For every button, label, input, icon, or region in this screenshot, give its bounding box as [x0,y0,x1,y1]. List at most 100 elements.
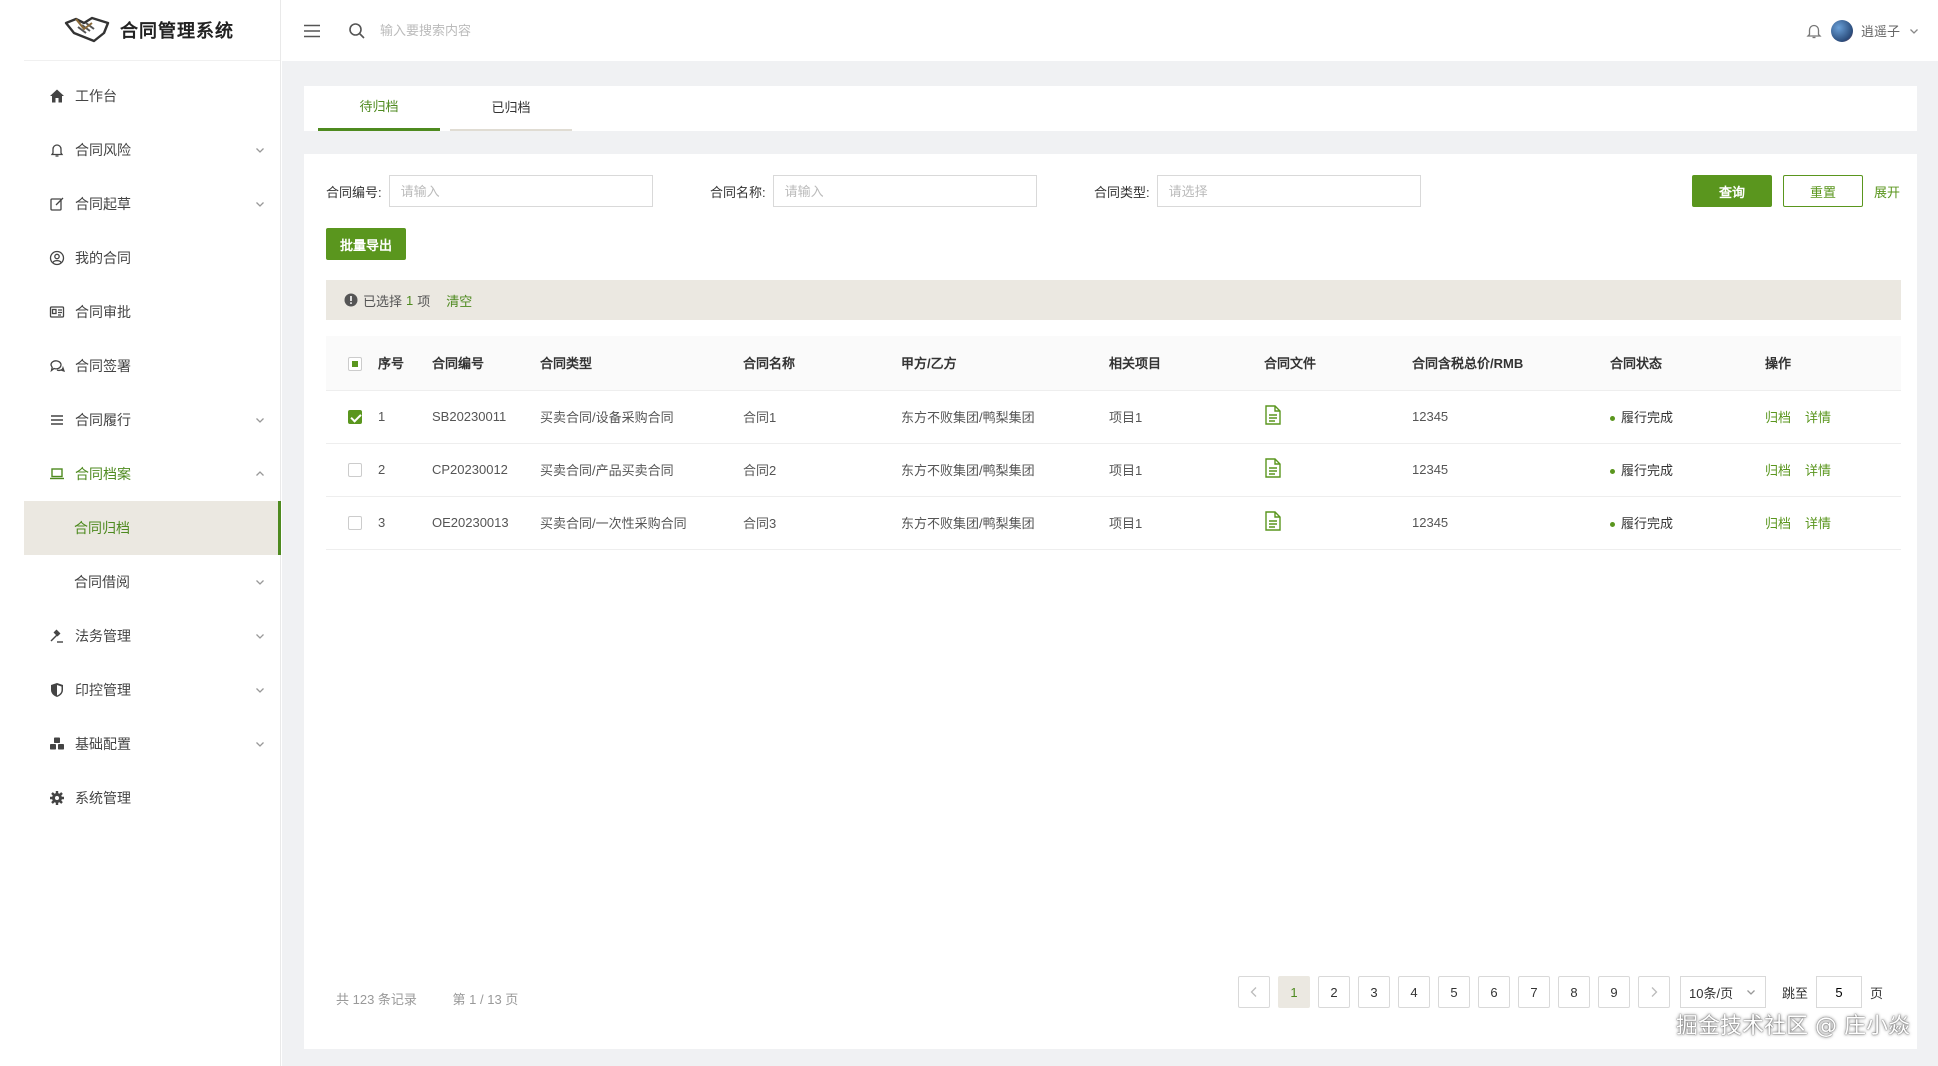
detail-link[interactable]: 详情 [1805,516,1831,531]
chevron-down-icon [256,418,264,423]
app-root: 合同管理系统 工作台 合同风险 合同起草 我的合同 合同审批 合同签署 合同履行… [24,0,1938,1066]
sidebar-item-label: 法务管理 [75,628,131,644]
selection-prefix: 已选择 [363,293,403,309]
page-button[interactable]: 2 [1318,976,1350,1008]
watermark: 掘金技术社区 @ 庄小焱 [1676,1014,1910,1039]
bell-icon [48,141,66,159]
sidebar-item-risk[interactable]: 合同风险 [24,123,280,177]
sidebar-item-seal[interactable]: 印控管理 [24,663,280,717]
page-size-select[interactable]: 10条/页 [1680,976,1766,1008]
sidebar-item-approval[interactable]: 合同审批 [24,285,280,339]
next-page-button[interactable] [1638,976,1670,1008]
contract-table: 序号 合同编号 合同类型 合同名称 甲方/乙方 相关项目 合同文件 合同含税总价… [326,336,1901,550]
row-checkbox[interactable] [348,463,362,478]
chevron-down-icon [256,688,264,693]
page-jump: 跳至 页 [1782,976,1883,1008]
selection-suffix: 项 [417,293,431,309]
page-button[interactable]: 9 [1598,976,1630,1008]
cell-contract-type: 买卖合同/一次性采购合同 [540,516,687,531]
sidebar-item-archive-filing[interactable]: 合同归档 [24,501,281,555]
archive-link[interactable]: 归档 [1765,410,1791,425]
filter-label: 合同类型: [1094,184,1150,200]
row-checkbox[interactable] [348,516,362,531]
prev-page-button[interactable] [1238,976,1270,1008]
select-all-checkbox[interactable] [348,356,362,371]
cell-contract-no: SB20230011 [432,409,507,424]
tab-archived[interactable]: 已归档 [450,97,572,131]
expand-link[interactable]: 展开 [1874,182,1900,201]
chevron-down-icon[interactable] [1908,25,1920,37]
reset-button[interactable]: 重置 [1783,175,1863,207]
tab-pending-archive[interactable]: 待归档 [318,96,440,131]
cell-party: 东方不败集团/鸭梨集团 [901,410,1035,425]
batch-export-button[interactable]: 批量导出 [326,228,406,260]
hamburger-icon[interactable] [302,21,322,41]
sidebar-item-draft[interactable]: 合同起草 [24,177,280,231]
page-button[interactable]: 5 [1438,976,1470,1008]
status-dot [1610,522,1615,528]
filter-contract-no: 合同编号: [326,175,653,207]
gear-icon [48,789,66,807]
file-document-icon[interactable] [1264,405,1282,425]
query-button[interactable]: 查询 [1692,175,1772,207]
sidebar-item-label: 合同归档 [74,520,130,536]
main-content: 待归档 已归档 合同编号: 合同名称: 合同类型: 查询 重置 展开 [282,61,1938,1066]
status-badge: 履行完成 [1621,410,1674,425]
sidebar-item-perform[interactable]: 合同履行 [24,393,280,447]
page-button[interactable]: 4 [1398,976,1430,1008]
notification-bell-icon[interactable] [1805,22,1823,40]
page-button[interactable]: 1 [1278,976,1310,1008]
sidebar-item-archive-borrow[interactable]: 合同借阅 [24,555,280,609]
sidebar-item-label: 系统管理 [75,790,131,806]
sidebar-item-workbench[interactable]: 工作台 [24,69,280,123]
contract-no-input[interactable] [388,175,653,207]
search-input[interactable] [380,23,680,38]
sidebar-item-label: 我的合同 [75,250,131,266]
sidebar-item-legal[interactable]: 法务管理 [24,609,280,663]
contract-name-input[interactable] [772,175,1037,207]
sidebar-item-archive[interactable]: 合同档案 [24,447,280,501]
cell-contract-no: CP20230012 [432,462,508,477]
sidebar-item-label: 合同借阅 [74,574,130,590]
detail-link[interactable]: 详情 [1805,463,1831,478]
cell-contract-name: 合同2 [743,463,777,478]
cell-project: 项目1 [1109,410,1143,425]
cubes-icon [48,735,66,753]
id-card-icon [48,303,66,321]
status-dot [1610,416,1615,422]
column-header: 合同类型 [540,336,743,391]
chevron-down-icon [256,634,264,639]
sidebar-item-sign[interactable]: 合同签署 [24,339,280,393]
app-title: 合同管理系统 [120,21,234,41]
detail-link[interactable]: 详情 [1805,410,1831,425]
clear-selection-link[interactable]: 清空 [446,291,472,310]
filter-contract-name: 合同名称: [710,175,1037,207]
page-button[interactable]: 3 [1358,976,1390,1008]
sidebar-item-base-config[interactable]: 基础配置 [24,717,280,771]
gavel-icon [48,627,66,645]
home-icon [48,87,66,105]
contract-type-select[interactable] [1156,175,1421,207]
cell-project: 项目1 [1109,516,1143,531]
sidebar-item-system[interactable]: 系统管理 [24,771,280,825]
cell-price: 12345 [1412,462,1449,477]
avatar[interactable] [1830,19,1853,42]
sidebar-item-label: 合同签署 [75,358,131,374]
sidebar-item-my-contract[interactable]: 我的合同 [24,231,280,285]
chevron-right-icon [1651,987,1658,997]
sidebar-item-label: 基础配置 [75,736,131,752]
filter-row: 合同编号: 合同名称: 合同类型: 查询 重置 展开 [326,174,1901,208]
username[interactable]: 逍遥子 [1861,21,1900,40]
file-document-icon[interactable] [1264,511,1282,531]
handshake-logo-icon [64,13,110,48]
page-button[interactable]: 6 [1478,976,1510,1008]
archive-link[interactable]: 归档 [1765,516,1791,531]
archive-link[interactable]: 归档 [1765,463,1791,478]
file-document-icon[interactable] [1264,458,1282,478]
search-icon[interactable] [348,22,366,40]
page-button[interactable]: 7 [1518,976,1550,1008]
jump-page-input[interactable] [1816,976,1863,1008]
row-checkbox[interactable] [348,410,362,425]
page-button[interactable]: 8 [1558,976,1590,1008]
cell-index: 3 [378,515,386,530]
